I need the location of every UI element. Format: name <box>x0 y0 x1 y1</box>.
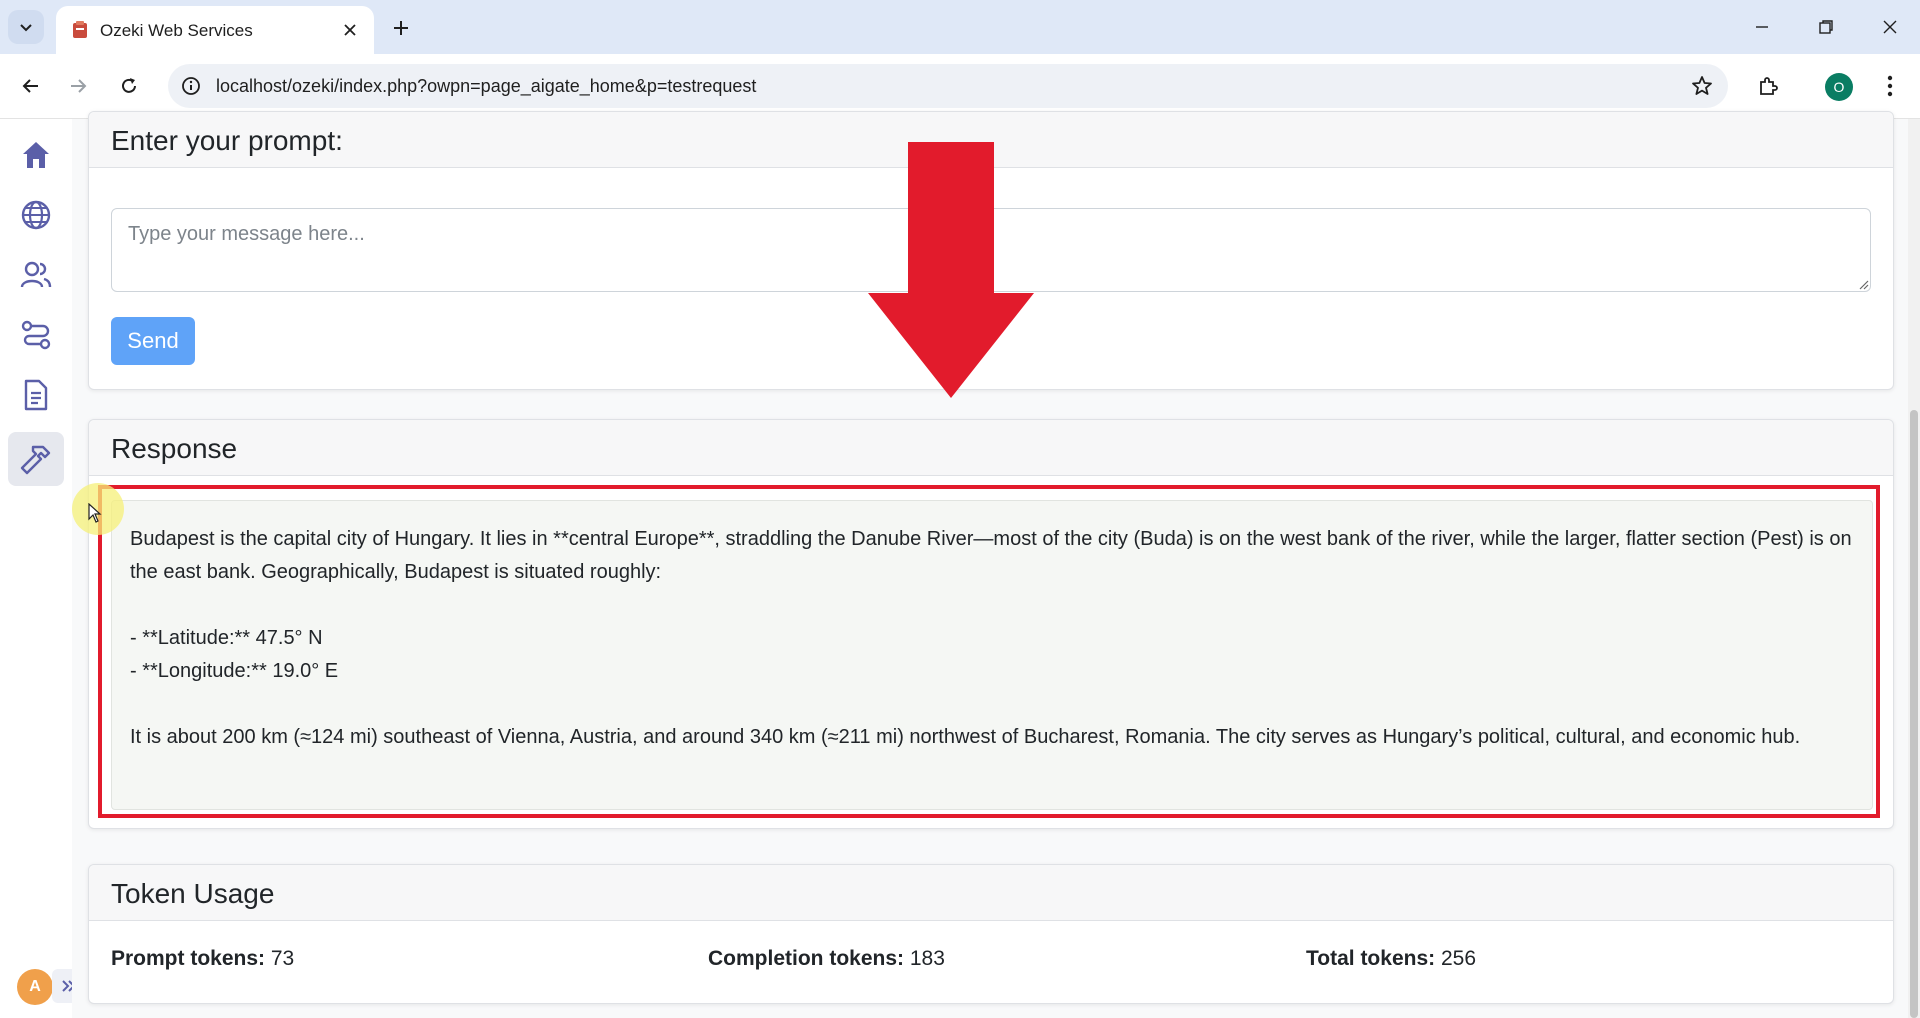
globe-icon <box>21 200 51 230</box>
arrow-left-icon <box>22 79 38 93</box>
page-scrollbar-thumb[interactable] <box>1910 410 1918 1018</box>
site-info-icon[interactable] <box>180 75 202 97</box>
browser-toolbar: localhost/ozeki/index.php?owpn=page_aiga… <box>0 54 1920 119</box>
tab-search-button[interactable] <box>8 10 44 44</box>
routes-icon <box>21 320 51 350</box>
chevron-down-icon <box>20 24 32 32</box>
response-card-title: Response <box>111 433 238 464</box>
mouse-cursor-icon <box>88 503 102 523</box>
close-icon <box>1883 20 1897 34</box>
prompt-card-title: Enter your prompt: <box>111 125 343 156</box>
browser-tab-bar: Ozeki Web Services <box>0 0 1920 54</box>
resize-grip-icon[interactable] <box>1857 278 1869 290</box>
close-icon <box>344 24 356 36</box>
reload-button[interactable] <box>112 69 146 103</box>
sidebar-item-routes[interactable] <box>8 308 64 362</box>
plus-icon <box>394 21 408 35</box>
total-tokens-label: Total tokens: <box>1306 947 1436 970</box>
sidebar-item-users[interactable] <box>8 248 64 302</box>
restore-icon <box>1819 20 1833 34</box>
document-icon <box>24 379 48 411</box>
app-sidebar <box>0 119 72 1018</box>
minimize-icon <box>1756 26 1768 28</box>
more-vertical-icon <box>1887 75 1893 97</box>
total-tokens-value: 256 <box>1440 947 1477 970</box>
completion-tokens-value: 183 <box>909 947 945 970</box>
sidebar-item-network[interactable] <box>8 188 64 242</box>
token-usage-card: Token Usage Prompt tokens: 73 Completion… <box>88 864 1894 1004</box>
home-icon <box>23 142 49 168</box>
annotation-highlight-box <box>98 485 1880 818</box>
extensions-button[interactable] <box>1752 70 1784 102</box>
arrow-right-icon <box>71 79 87 93</box>
total-tokens: Total tokens: 256 <box>1306 947 1476 971</box>
browser-menu-button[interactable] <box>1876 70 1904 102</box>
address-bar[interactable]: localhost/ozeki/index.php?owpn=page_aiga… <box>168 64 1728 108</box>
sidebar-item-home[interactable] <box>8 128 64 182</box>
token-card-title: Token Usage <box>111 878 275 909</box>
completion-tokens-label: Completion tokens: <box>708 947 905 970</box>
prompt-tokens-value: 73 <box>270 947 295 970</box>
back-button[interactable] <box>14 69 48 103</box>
completion-tokens: Completion tokens: 183 <box>708 947 945 971</box>
tab-title: Ozeki Web Services <box>100 21 253 40</box>
token-row: Prompt tokens: 73 Completion tokens: 183… <box>111 947 1871 977</box>
users-icon <box>20 261 52 288</box>
prompt-tokens: Prompt tokens: 73 <box>111 947 294 971</box>
annotation-arrow-down-icon <box>868 142 1034 398</box>
sidebar-item-documents[interactable] <box>8 368 64 422</box>
tab-close-button[interactable] <box>338 18 362 42</box>
forward-button[interactable] <box>61 69 95 103</box>
response-card-header: Response <box>89 420 1893 476</box>
new-tab-button[interactable] <box>386 13 416 43</box>
send-button[interactable]: Send <box>111 317 195 365</box>
url-text: localhost/ozeki/index.php?owpn=page_aiga… <box>216 76 757 96</box>
user-avatar[interactable]: A <box>17 969 53 1005</box>
profile-avatar[interactable]: O <box>1825 73 1853 101</box>
browser-tab-active[interactable]: Ozeki Web Services <box>56 6 374 54</box>
puzzle-icon <box>1760 77 1778 95</box>
ozeki-favicon-icon <box>73 21 87 38</box>
token-card-header: Token Usage <box>89 865 1893 921</box>
prompt-tokens-label: Prompt tokens: <box>111 947 266 970</box>
restore-button[interactable] <box>1806 10 1846 44</box>
sidebar-item-tools[interactable] <box>8 432 64 486</box>
main-content: Enter your prompt: Send Response Budapes… <box>72 111 1908 1018</box>
bookmark-star-icon[interactable] <box>1690 74 1714 98</box>
hammer-icon <box>20 445 51 475</box>
close-window-button[interactable] <box>1870 10 1910 44</box>
minimize-button[interactable] <box>1742 10 1782 44</box>
reload-icon <box>122 78 136 93</box>
